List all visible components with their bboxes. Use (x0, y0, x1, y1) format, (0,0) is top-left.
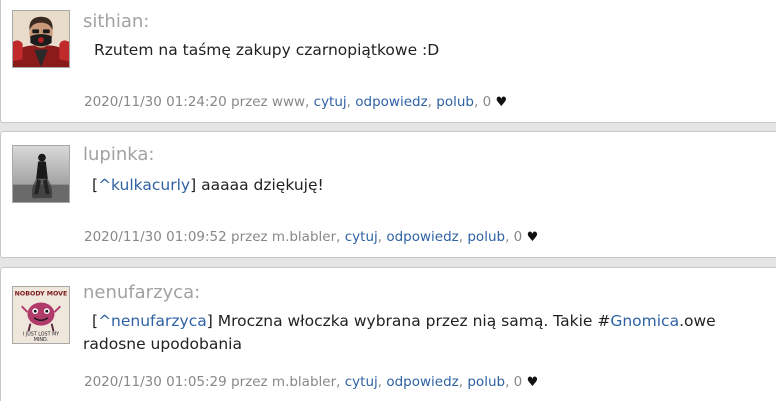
post-card: lupinka: [^kulkacurly] aaaaa dziękuję! 2… (0, 131, 776, 258)
post-source: przez m.blabler, (231, 229, 341, 245)
svg-text:NOBODY MOVE: NOBODY MOVE (15, 291, 68, 298)
like-count: 0 (482, 94, 492, 110)
post-timestamp[interactable]: 2020/11/30 01:09:52 (84, 229, 227, 245)
heart-icon: ♥ (526, 375, 539, 390)
post-meta: 2020/11/30 01:24:20 przez www, cytuj, od… (84, 94, 508, 110)
post-message: Rzutem na taśmę zakupy czarnopiątkowe :D (83, 39, 776, 62)
post-card: NOBODY MOVE I JUST LOST MY MIND. nenufar… (0, 267, 776, 401)
svg-text:MIND.: MIND. (34, 337, 49, 343)
hashtag-link[interactable]: Gnomica (610, 312, 679, 330)
mention-link[interactable]: ^nenufarzyca (98, 312, 207, 330)
post-source: przez www, (231, 94, 310, 110)
post-source: przez m.blabler, (231, 374, 341, 390)
post-meta: 2020/11/30 01:05:29 przez m.blabler, cyt… (84, 374, 539, 390)
reply-link[interactable]: odpowiedz (386, 374, 458, 390)
mention-link[interactable]: ^kulkacurly (98, 176, 190, 194)
svg-text:I JUST LOST MY: I JUST LOST MY (23, 331, 59, 337)
post-username[interactable]: lupinka: (83, 144, 154, 165)
like-count: 0 (513, 229, 523, 245)
masked-man-avatar-icon[interactable] (12, 10, 70, 68)
quote-link[interactable]: cytuj (345, 229, 378, 245)
post-message: [^kulkacurly] aaaaa dziękuję! (92, 176, 324, 194)
like-link[interactable]: polub (467, 229, 505, 245)
reply-link[interactable]: odpowiedz (355, 94, 427, 110)
heart-icon: ♥ (526, 230, 539, 245)
post-text: aaaaa dziękuję! (201, 176, 324, 194)
post-meta: 2020/11/30 01:09:52 przez m.blabler, cyt… (84, 229, 539, 245)
quote-link[interactable]: cytuj (345, 374, 378, 390)
quote-link[interactable]: cytuj (314, 94, 347, 110)
walking-figure-avatar-icon[interactable] (12, 145, 70, 203)
like-count: 0 (513, 374, 523, 390)
nobody-move-creature-avatar-icon[interactable]: NOBODY MOVE I JUST LOST MY MIND. (12, 286, 70, 344)
post-username[interactable]: sithian: (83, 11, 149, 32)
like-link[interactable]: polub (436, 94, 474, 110)
post-text: Rzutem na taśmę zakupy czarnopiątkowe :D (94, 41, 440, 59)
post-card: sithian: Rzutem na taśmę zakupy czarnopi… (0, 0, 776, 123)
post-timestamp[interactable]: 2020/11/30 01:24:20 (84, 94, 227, 110)
post-timestamp[interactable]: 2020/11/30 01:05:29 (84, 374, 227, 390)
post-text: Mroczna włoczka wybrana przez nią samą. … (217, 312, 611, 330)
post-message: [^nenufarzyca] Mroczna włoczka wybrana p… (83, 312, 716, 353)
post-username[interactable]: nenufarzyca: (83, 282, 200, 303)
heart-icon: ♥ (495, 95, 508, 110)
reply-link[interactable]: odpowiedz (386, 229, 458, 245)
blip-feed: sithian: Rzutem na taśmę zakupy czarnopi… (0, 0, 776, 401)
like-link[interactable]: polub (467, 374, 505, 390)
